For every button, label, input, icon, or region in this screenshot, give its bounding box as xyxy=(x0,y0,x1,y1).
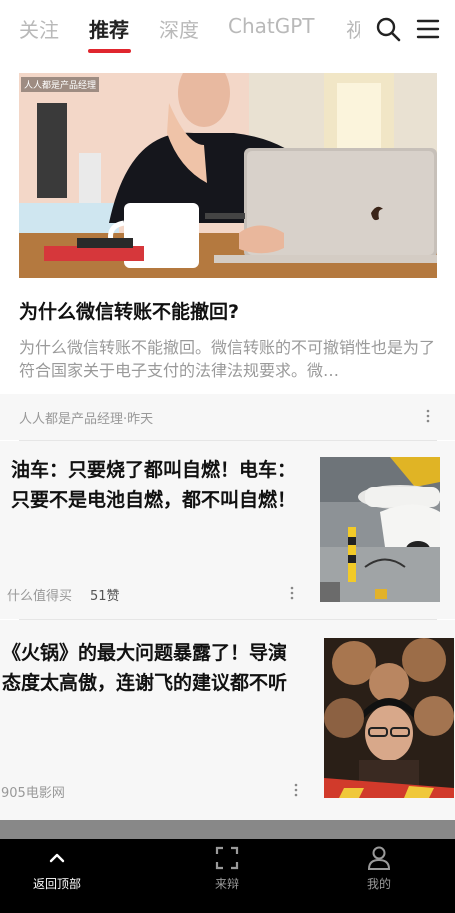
app-root: 关注 推荐 深度 ChatGPT 视 人人都是产品经理 为什么微信转账不能撤回?… xyxy=(0,0,455,913)
more-icon[interactable] xyxy=(293,783,299,800)
profile-button[interactable]: 我的 xyxy=(334,845,424,892)
back-to-top-button[interactable]: 返回顶部 xyxy=(12,845,102,892)
article-title[interactable]: 油车：只要烧了都叫自燃！电车：只要不是电池自燃，都不叫自燃！ xyxy=(11,455,306,515)
scan-label: 来辩 xyxy=(214,877,239,891)
image-watermark-logo: 人人都是产品经理 xyxy=(21,77,100,92)
search-icon[interactable] xyxy=(375,16,401,42)
source-label: 人人都是产品经理·昨天 xyxy=(19,412,154,427)
tab-video-partial[interactable]: 视 xyxy=(346,14,360,43)
feed-card-1-meta: 人人都是产品经理·昨天 xyxy=(0,394,455,440)
feed-card-3[interactable]: 《火锅》的最大问题暴露了！导演态度太高傲，连谢飞的建议都不听 905电影网 xyxy=(0,620,455,820)
article-thumbnail-garage[interactable] xyxy=(320,457,440,602)
tab-chatgpt[interactable]: ChatGPT xyxy=(228,14,315,38)
feed-card-2[interactable]: 油车：只要烧了都叫自燃！电车：只要不是电池自燃，都不叫自燃！ 什么值得买 51赞 xyxy=(0,441,455,619)
article-summary: 为什么微信转账不能撤回。微信转账的不可撤销性也是为了符合国家关于电子支付的法律法… xyxy=(19,338,436,380)
tab-depth[interactable]: 深度 xyxy=(159,14,199,43)
active-tab-indicator xyxy=(88,49,131,53)
user-icon xyxy=(367,846,391,870)
more-icon[interactable] xyxy=(425,409,431,426)
feed-card-1[interactable]: 人人都是产品经理 为什么微信转账不能撤回? 为什么微信转账不能撤回。微信转账的不… xyxy=(0,64,455,394)
source-label: 什么值得买 xyxy=(7,589,73,604)
source-label: 905电影网 xyxy=(1,786,65,801)
bottom-tab-bar: 返回顶部 来辩 我的 xyxy=(0,839,455,913)
top-nav: 关注 推荐 深度 ChatGPT 视 xyxy=(0,0,455,64)
article-title[interactable]: 为什么微信转账不能撤回? xyxy=(19,297,239,324)
tab-recommend[interactable]: 推荐 xyxy=(89,14,129,43)
likes-count: 51赞 xyxy=(90,589,120,604)
more-icon[interactable] xyxy=(289,586,295,603)
tab-follow[interactable]: 关注 xyxy=(19,14,59,43)
article-image-office[interactable]: 人人都是产品经理 xyxy=(19,73,437,278)
article-thumbnail-movie-poster[interactable] xyxy=(324,638,454,798)
next-card-edge xyxy=(0,820,455,839)
profile-label: 我的 xyxy=(366,877,391,891)
scan-button[interactable]: 来辩 xyxy=(182,845,272,892)
menu-icon[interactable] xyxy=(415,16,441,42)
back-to-top-label: 返回顶部 xyxy=(32,877,81,891)
scan-icon xyxy=(215,846,239,870)
article-title[interactable]: 《火锅》的最大问题暴露了！导演态度太高傲，连谢飞的建议都不听 xyxy=(2,638,302,698)
chevron-up-icon xyxy=(49,853,65,863)
